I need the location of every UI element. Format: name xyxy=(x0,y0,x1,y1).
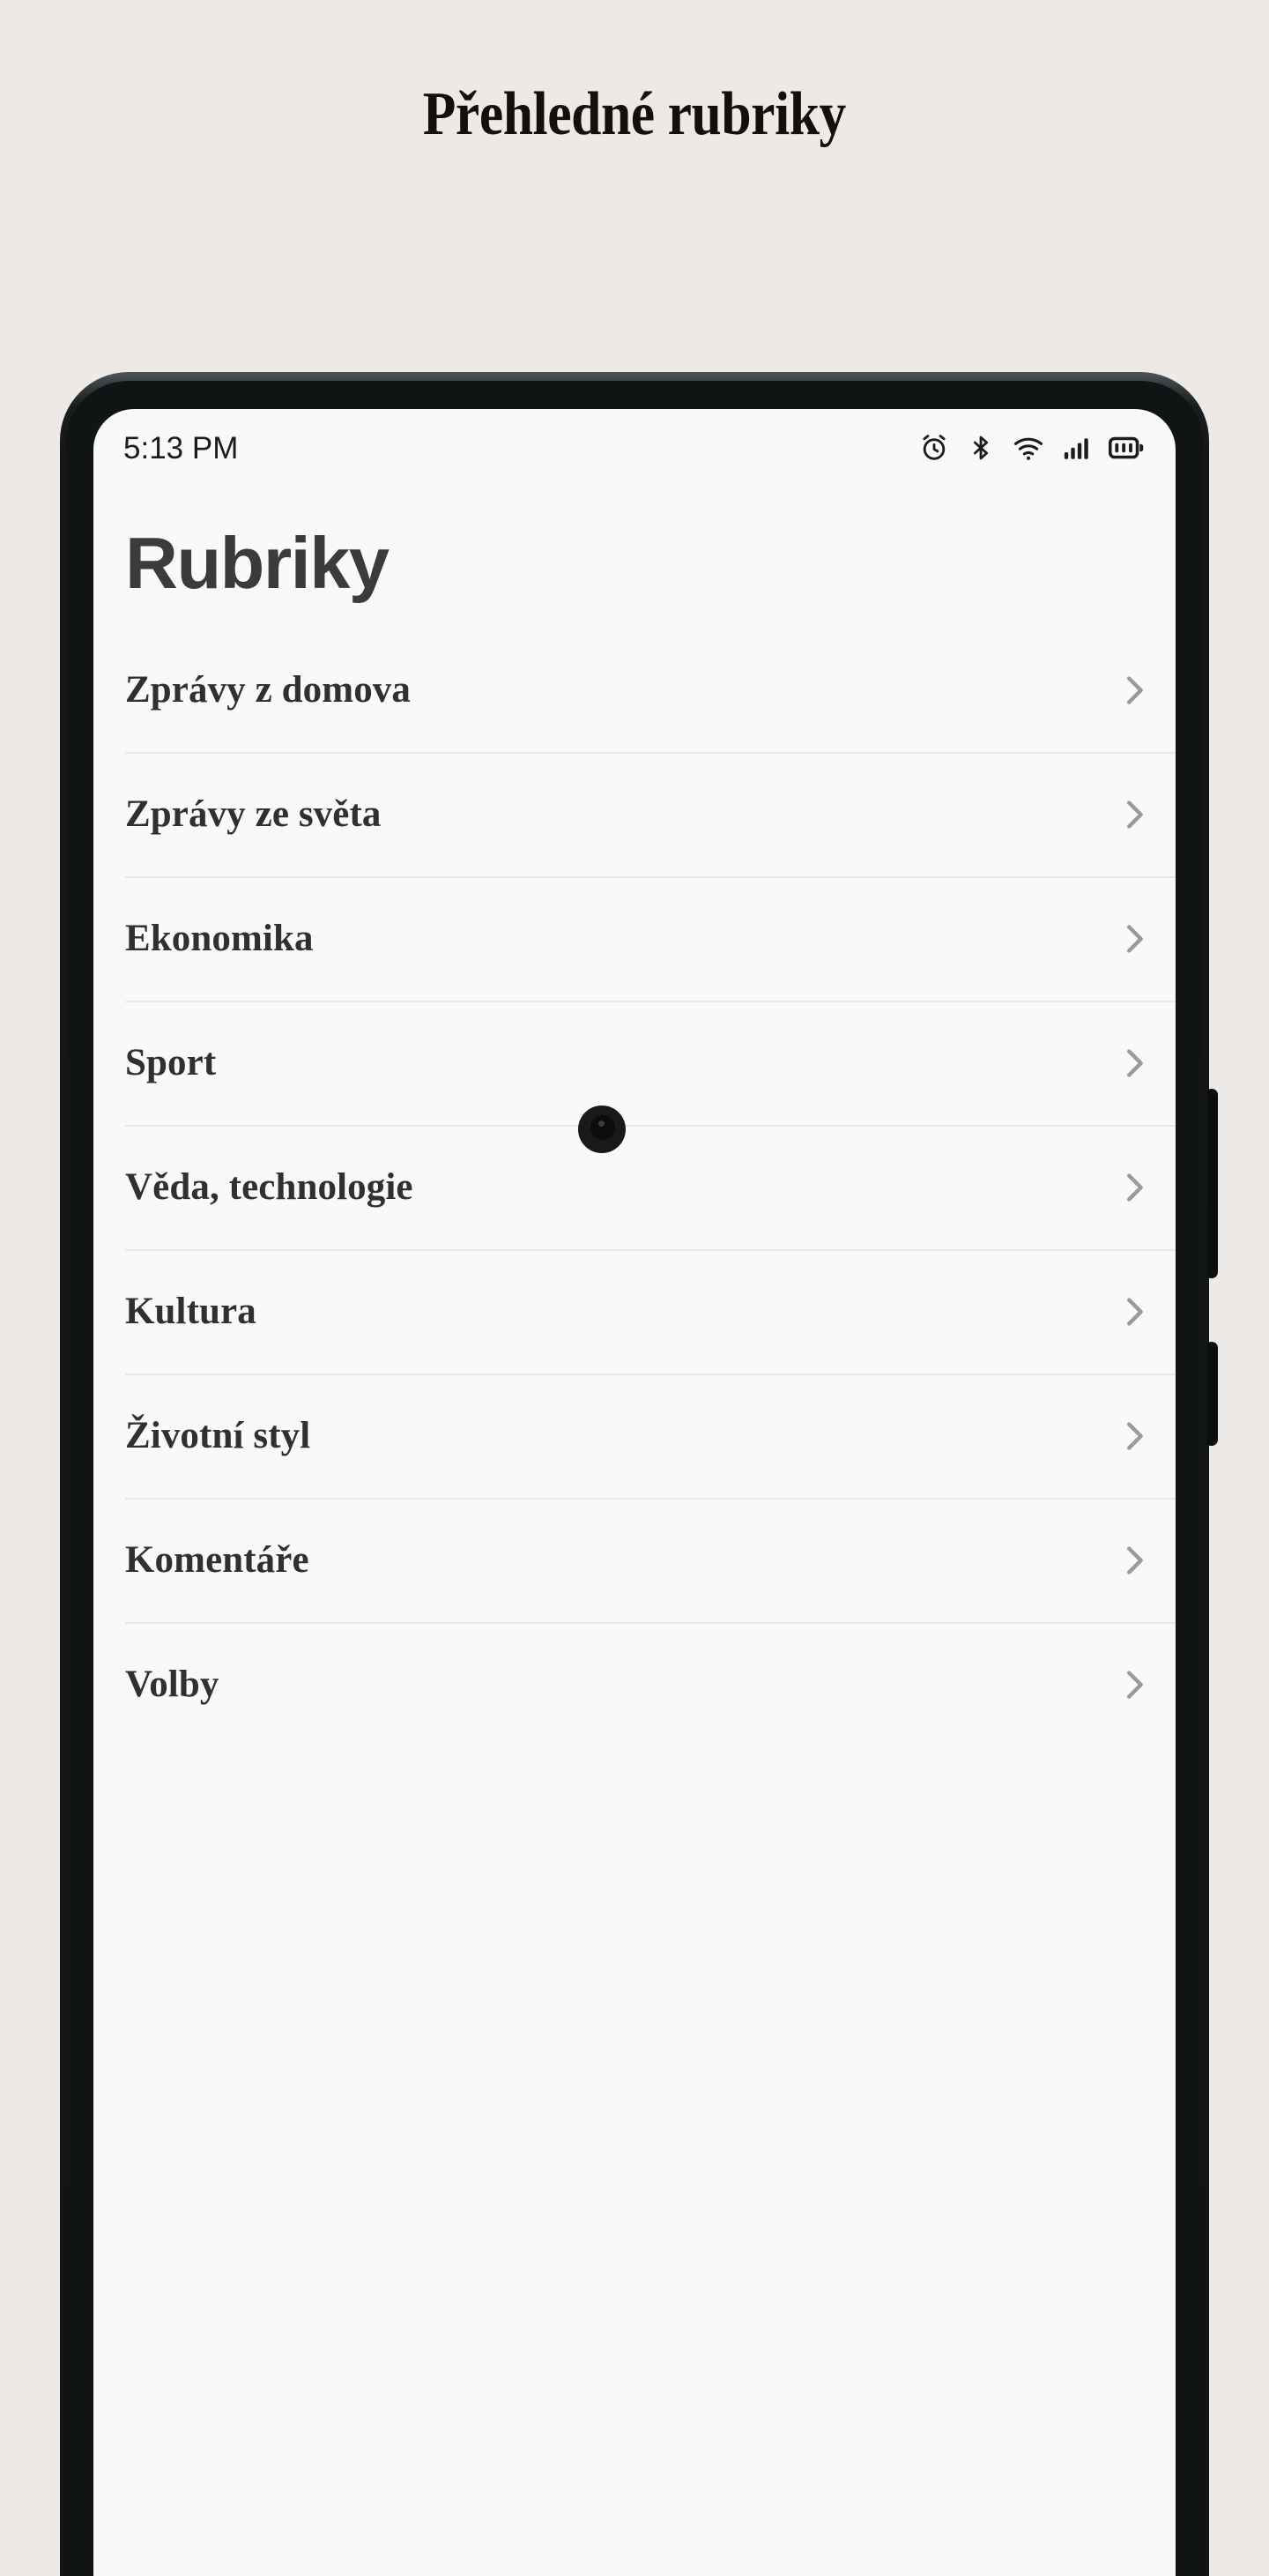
status-bar: 5:13 PM xyxy=(93,409,1176,487)
battery-icon xyxy=(1109,433,1144,463)
list-item-label: Komentáře xyxy=(125,1539,309,1581)
volume-rocker-button[interactable] xyxy=(1207,1089,1218,1278)
list-item-label: Zprávy z domova xyxy=(125,669,411,711)
chevron-right-icon[interactable] xyxy=(1114,1043,1154,1083)
phone-mockup: 5:13 PM Rubriky Zprávy z domova Zprávy z… xyxy=(60,372,1218,2576)
list-item[interactable]: Ekonomika xyxy=(93,876,1176,1001)
list-item-label: Zprávy ze světa xyxy=(125,793,382,835)
list-item[interactable]: Zprávy z domova xyxy=(93,628,1176,752)
chevron-right-icon[interactable] xyxy=(1114,1167,1154,1208)
app-screen-title: Rubriky xyxy=(125,522,390,604)
chevron-right-icon[interactable] xyxy=(1114,1416,1154,1456)
list-item-label: Ekonomika xyxy=(125,918,314,959)
cellular-signal-icon xyxy=(1062,433,1092,463)
list-item-label: Kultura xyxy=(125,1291,256,1332)
wifi-icon xyxy=(1012,432,1045,464)
list-item-label: Sport xyxy=(125,1042,217,1083)
phone-screen: 5:13 PM Rubriky Zprávy z domova Zprávy z… xyxy=(93,409,1176,2576)
list-item[interactable]: Sport xyxy=(93,1001,1176,1125)
list-item[interactable]: Kultura xyxy=(93,1249,1176,1374)
chevron-right-icon[interactable] xyxy=(1114,794,1154,835)
page-heading-area: Přehledné rubriky xyxy=(0,0,1269,229)
power-button[interactable] xyxy=(1207,1342,1218,1446)
page-title: Přehledné rubriky xyxy=(422,80,847,148)
list-item[interactable]: Životní styl xyxy=(93,1374,1176,1498)
status-bar-clock: 5:13 PM xyxy=(123,430,239,465)
list-item-label: Životní styl xyxy=(125,1415,311,1456)
chevron-right-icon[interactable] xyxy=(1114,1664,1154,1705)
list-item[interactable]: Věda, technologie xyxy=(93,1125,1176,1249)
list-item-label: Volby xyxy=(125,1664,219,1705)
chevron-right-icon[interactable] xyxy=(1114,670,1154,711)
list-item[interactable]: Zprávy ze světa xyxy=(93,752,1176,876)
status-bar-icons xyxy=(918,432,1144,464)
front-camera-punch-hole xyxy=(578,1106,626,1153)
bluetooth-icon xyxy=(967,432,995,464)
chevron-right-icon[interactable] xyxy=(1114,919,1154,959)
category-list: Zprávy z domova Zprávy ze světa Ekonomik… xyxy=(93,628,1176,1746)
chevron-right-icon[interactable] xyxy=(1114,1540,1154,1581)
list-item[interactable]: Volby xyxy=(93,1622,1176,1746)
list-item[interactable]: Komentáře xyxy=(93,1498,1176,1622)
alarm-icon xyxy=(918,432,950,464)
chevron-right-icon[interactable] xyxy=(1114,1292,1154,1332)
list-item-label: Věda, technologie xyxy=(125,1166,413,1208)
